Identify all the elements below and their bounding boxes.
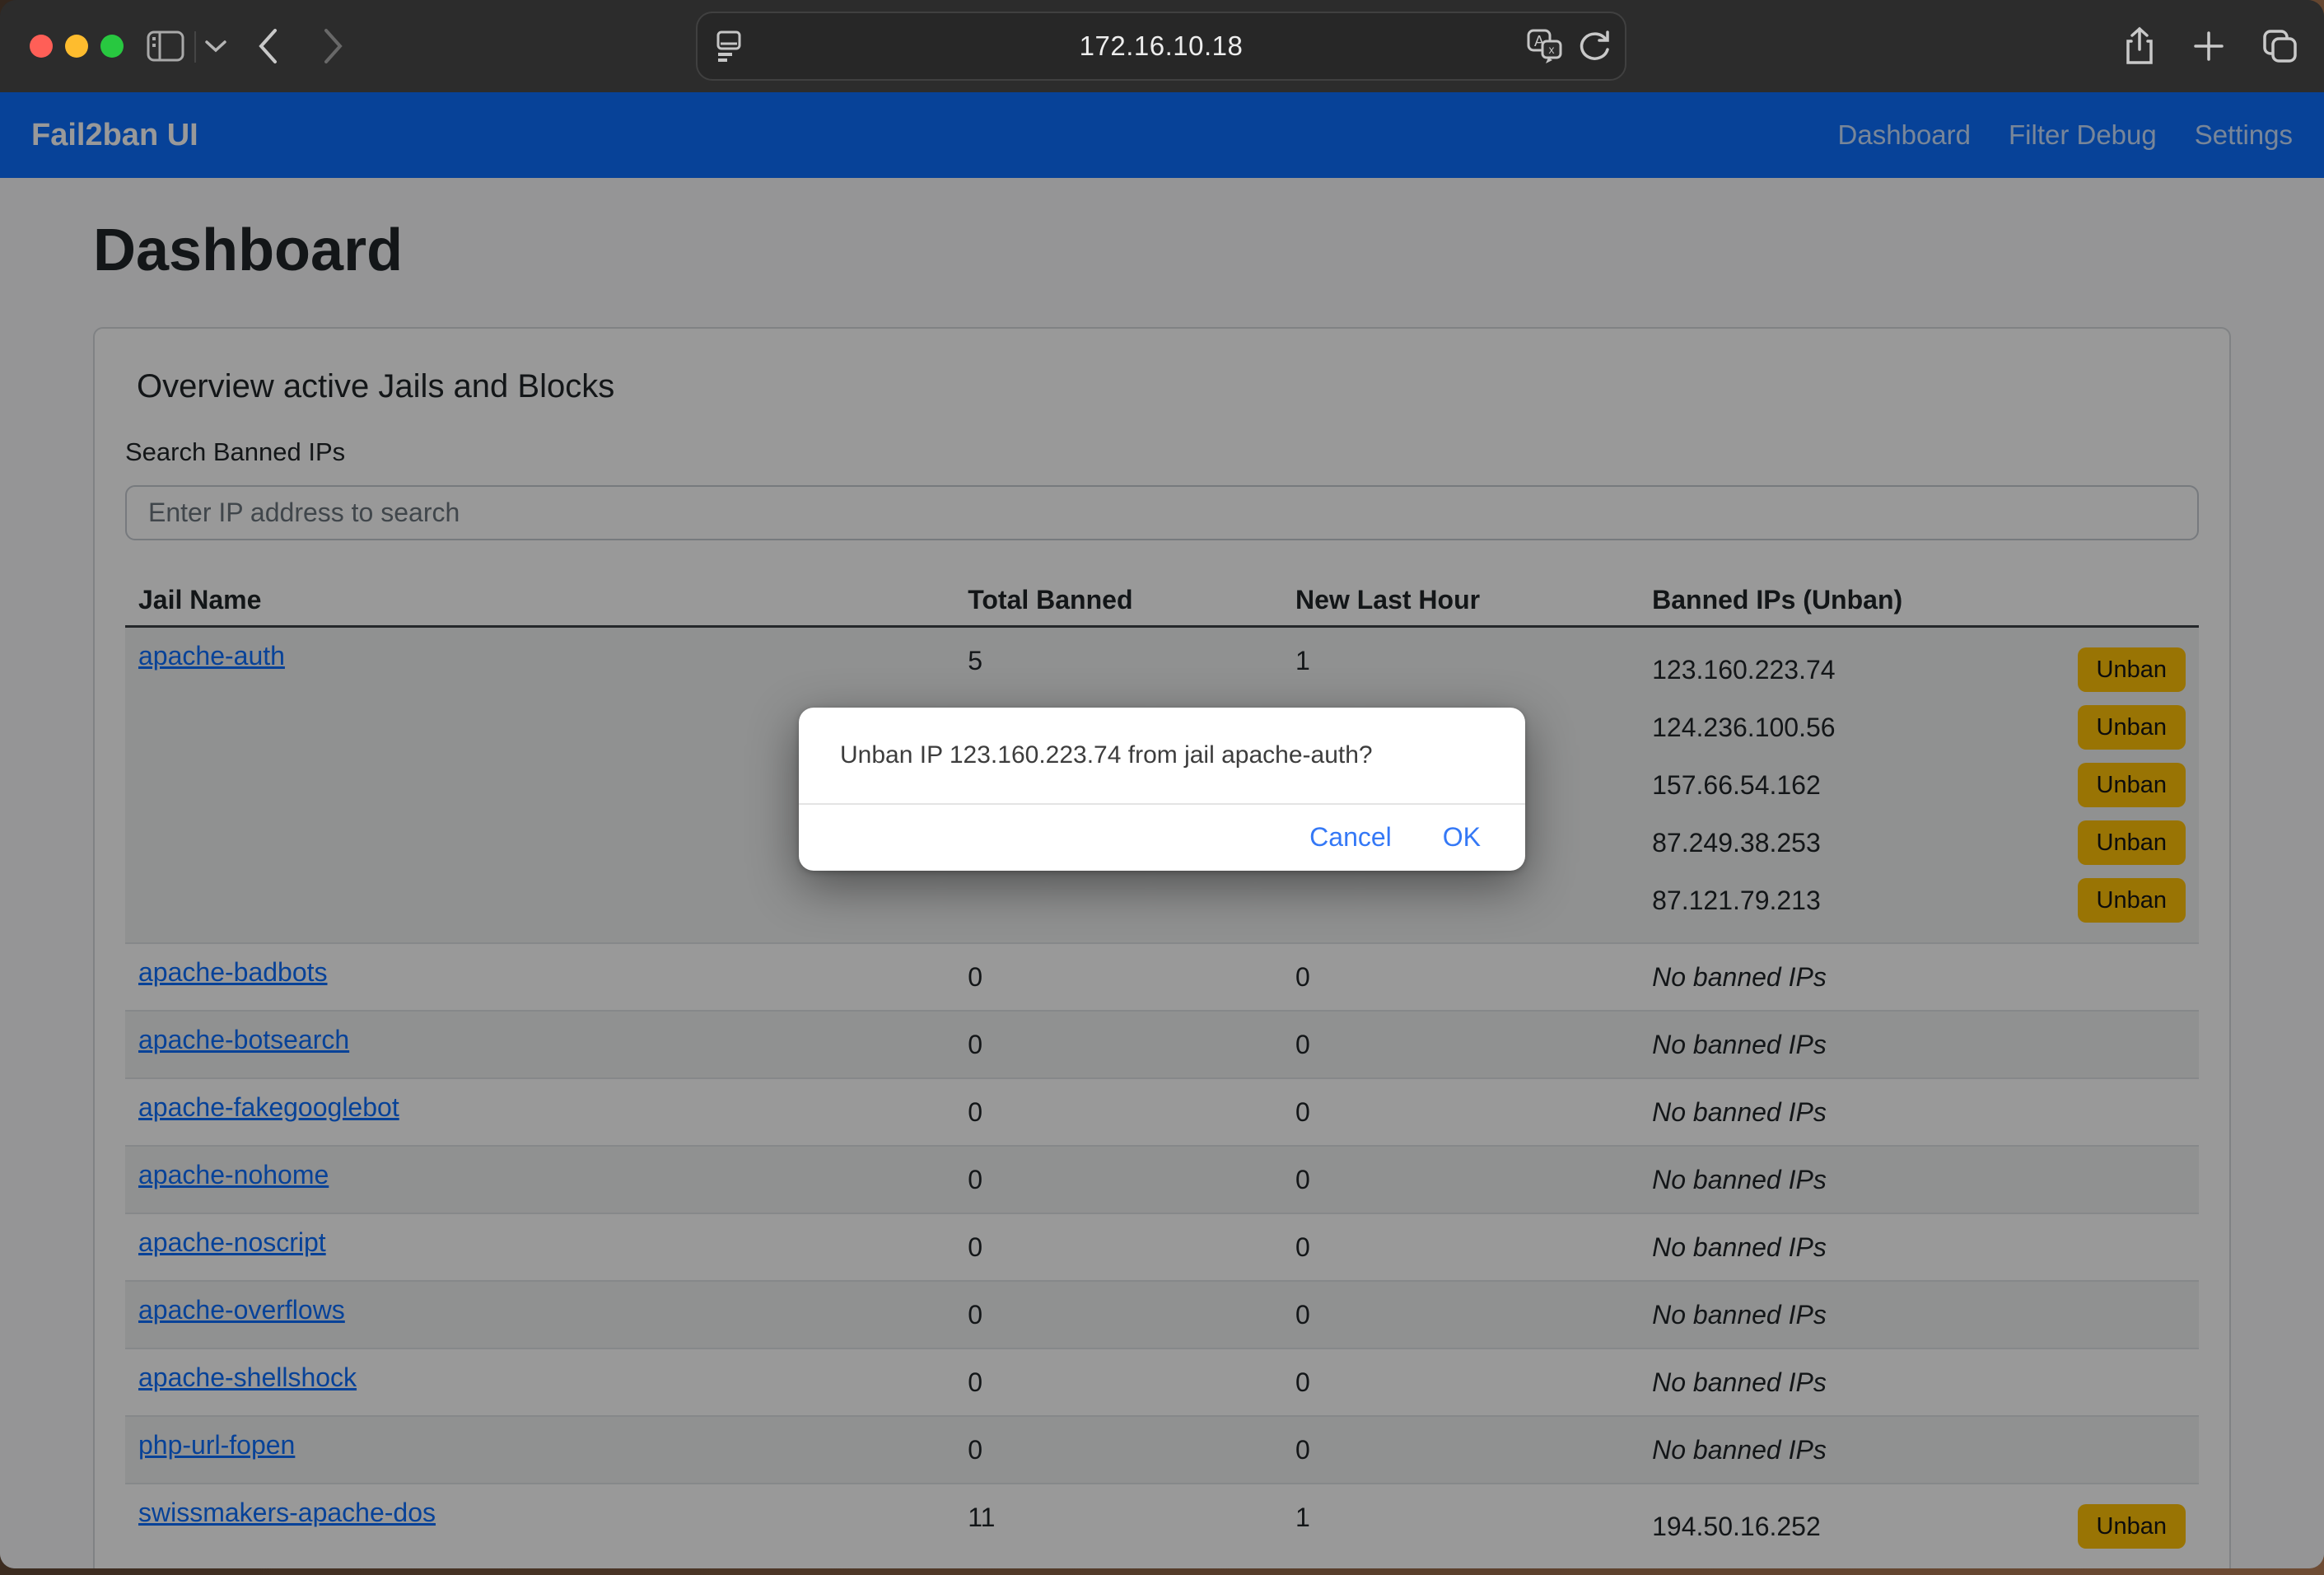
browser-window: 172.16.10.18 A x: [0, 0, 2324, 1568]
url-text[interactable]: 172.16.10.18: [698, 30, 1625, 62]
zoom-window-button[interactable]: [100, 35, 124, 58]
new-tab-icon[interactable]: [2192, 30, 2225, 63]
confirm-dialog-message: Unban IP 123.160.223.74 from jail apache…: [799, 708, 1525, 803]
toolbar-divider: [194, 31, 196, 63]
browser-toolbar: 172.16.10.18 A x: [0, 0, 2324, 92]
confirm-dialog: Unban IP 123.160.223.74 from jail apache…: [799, 708, 1525, 871]
forward-button-icon[interactable]: [323, 0, 344, 92]
reload-icon[interactable]: [1577, 28, 1612, 64]
traffic-lights: [30, 35, 124, 58]
close-window-button[interactable]: [30, 35, 53, 58]
address-bar[interactable]: 172.16.10.18 A x: [696, 12, 1626, 81]
back-button-icon[interactable]: [257, 0, 278, 92]
sidebar-toggle-icon[interactable]: [147, 0, 184, 92]
cancel-button[interactable]: Cancel: [1309, 822, 1392, 853]
translate-icon[interactable]: A x: [1526, 28, 1562, 64]
share-icon[interactable]: [2123, 26, 2156, 66]
chevron-down-icon[interactable]: [204, 0, 227, 92]
tab-overview-icon[interactable]: [2261, 28, 2299, 64]
svg-text:x: x: [1549, 43, 1555, 56]
ok-button[interactable]: OK: [1443, 822, 1481, 853]
page-viewport: Fail2ban UI DashboardFilter DebugSetting…: [0, 92, 2324, 1568]
minimize-window-button[interactable]: [65, 35, 88, 58]
